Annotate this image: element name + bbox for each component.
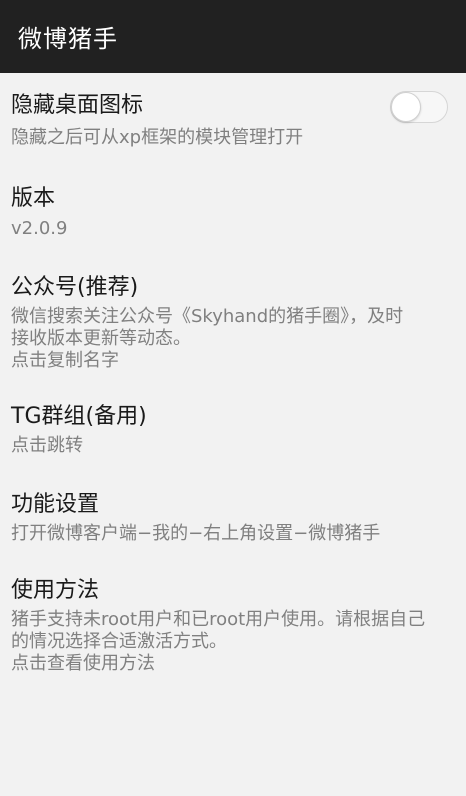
app-title: 微博猪手 [18, 25, 118, 53]
preference-list: 隐藏桌面图标 隐藏之后可从xp框架的模块管理打开 版本 v2.0.9 公众号(推… [0, 73, 466, 694]
pref-summary: 猪手支持未root用户和已root用户使用。请根据自己 的情况选择合适激活方式。… [11, 609, 426, 674]
pref-usage-guide[interactable]: 使用方法 猪手支持未root用户和已root用户使用。请根据自己 的情况选择合适… [0, 559, 466, 694]
pref-title: 公众号(推荐) [11, 275, 139, 300]
app-bar: 微博猪手 [0, 0, 466, 73]
pref-wechat-account[interactable]: 公众号(推荐) 微信搜索关注公众号《Skyhand的猪手圈》，及时 接收版本更新… [0, 251, 466, 386]
pref-summary: v2.0.9 [11, 218, 68, 239]
pref-summary: 隐藏之后可从xp框架的模块管理打开 [11, 127, 304, 148]
pref-summary: 微信搜索关注公众号《Skyhand的猪手圈》，及时 接收版本更新等动态。 点击复… [11, 306, 404, 371]
pref-title: 版本 [11, 186, 56, 211]
pref-version[interactable]: 版本 v2.0.9 [0, 163, 466, 251]
pref-summary: 打开微博客户端−我的−右上角设置−微博猪手 [11, 523, 381, 544]
pref-hide-desktop-icon[interactable]: 隐藏桌面图标 隐藏之后可从xp框架的模块管理打开 [0, 73, 466, 163]
pref-title: TG群组(备用) [11, 404, 147, 429]
pref-title: 使用方法 [11, 578, 100, 603]
hide-icon-toggle[interactable] [390, 91, 448, 123]
pref-telegram-group[interactable]: TG群组(备用) 点击跳转 [0, 386, 466, 474]
toggle-knob [391, 92, 421, 122]
pref-feature-settings[interactable]: 功能设置 打开微博客户端−我的−右上角设置−微博猪手 [0, 474, 466, 559]
pref-title: 功能设置 [11, 492, 100, 517]
pref-summary: 点击跳转 [11, 435, 83, 456]
